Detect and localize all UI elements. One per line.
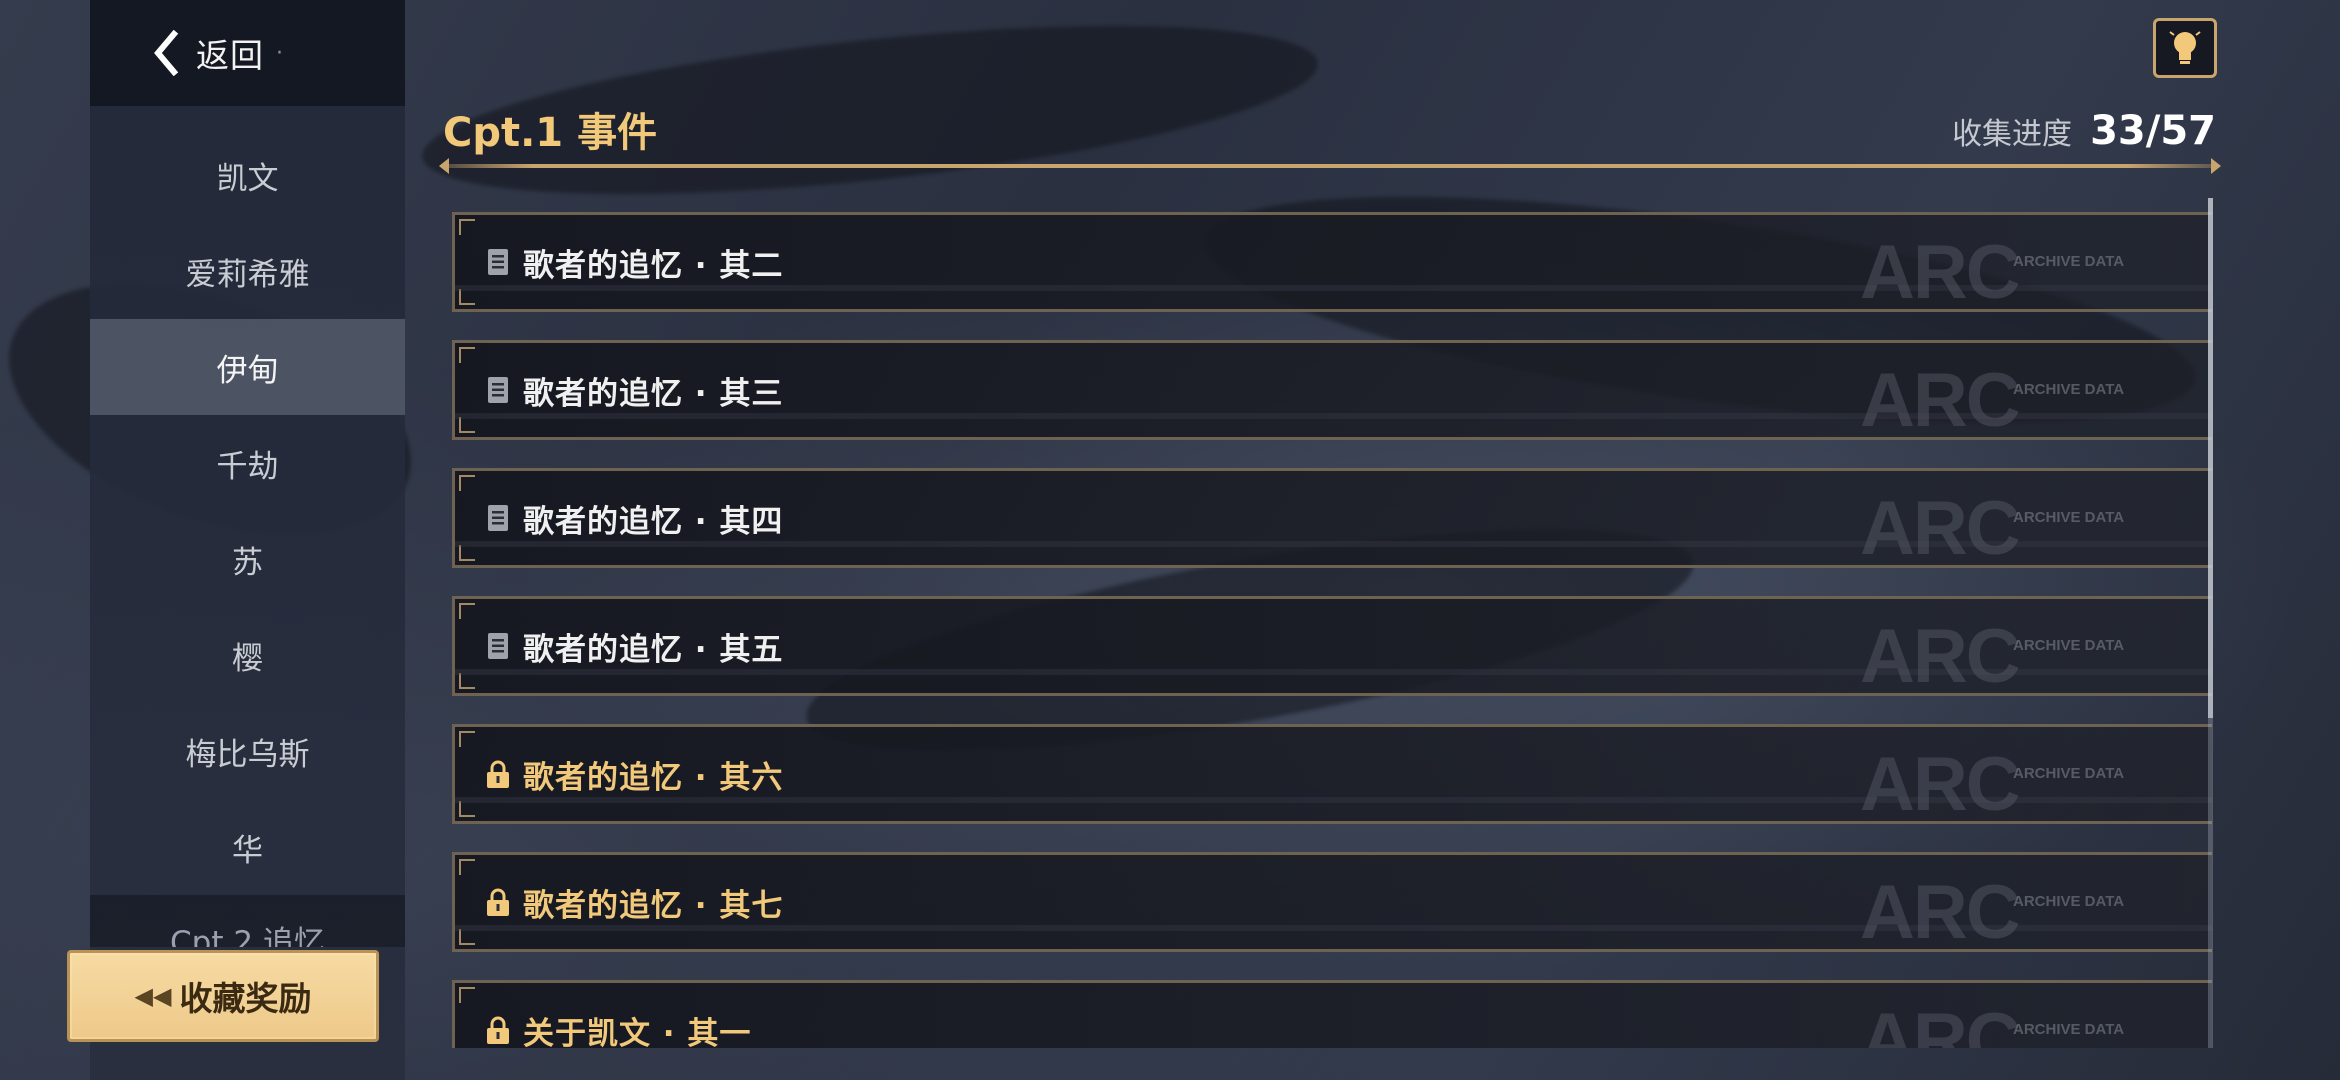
archive-watermark: ARCHIVE DATA <box>2013 381 2125 398</box>
entry-list: 歌者的追忆 · 其二 ARC ARCHIVE DATA 歌者的追忆 · 其三 A… <box>452 212 2212 1048</box>
collection-progress: 收集进度 33/57 <box>1952 108 2216 154</box>
list-item-locked[interactable]: 歌者的追忆 · 其六 ARC ARCHIVE DATA <box>452 724 2212 827</box>
double-arrow-left-icon: ◀◀ <box>134 982 172 1010</box>
lock-icon <box>485 759 511 789</box>
archive-watermark: ARCHIVE DATA <box>2013 253 2125 270</box>
archive-watermark: ARCHIVE DATA <box>2013 893 2125 910</box>
sidebar-item-label: 苏 <box>232 544 263 581</box>
header-divider <box>439 158 2221 174</box>
archive-watermark: ARCHIVE DATA <box>2013 509 2125 526</box>
sidebar-item-label: 梅比乌斯 <box>185 736 310 773</box>
progress-label: 收集进度 <box>1952 117 2073 152</box>
lightbulb-icon <box>2169 31 2201 64</box>
entry-label: 歌者的追忆 · 其三 <box>523 375 784 412</box>
entry-label: 歌者的追忆 · 其二 <box>523 247 784 284</box>
sidebar-item-eden[interactable]: 伊甸 <box>90 319 405 415</box>
hint-button[interactable] <box>2153 18 2217 78</box>
list-item-locked[interactable]: 歌者的追忆 · 其七 ARC ARCHIVE DATA <box>452 852 2212 955</box>
scrollbar-thumb[interactable] <box>2208 198 2213 718</box>
entry-label: 关于凯文 · 其一 <box>523 1015 752 1049</box>
chevron-left-icon <box>154 30 179 76</box>
sidebar-item-label: 千劫 <box>216 448 279 485</box>
document-icon <box>485 631 511 661</box>
sidebar-item-label: 伊甸 <box>216 352 279 389</box>
sidebar-item-kevin[interactable]: 凯文 <box>90 127 405 223</box>
arc-watermark: ARC <box>1860 998 2021 1048</box>
sidebar-item-elysia[interactable]: 爱莉希雅 <box>90 223 405 319</box>
lock-icon <box>485 1015 511 1045</box>
entry-label: 歌者的追忆 · 其五 <box>523 631 784 668</box>
sidebar-item-sakura[interactable]: 樱 <box>90 607 405 703</box>
sidebar-item-label: 凯文 <box>216 160 279 197</box>
sidebar-item-hua[interactable]: 华 <box>90 799 405 895</box>
document-icon <box>485 375 511 405</box>
sidebar-nav: 凯文 爱莉希雅 伊甸 千劫 苏 樱 梅比乌斯 华 Cpt.2 追忆 <box>90 127 405 947</box>
sidebar-item-label: 华 <box>232 832 263 869</box>
document-icon <box>485 247 511 277</box>
sidebar-item-mobius[interactable]: 梅比乌斯 <box>90 703 405 799</box>
list-item[interactable]: 歌者的追忆 · 其三 ARC ARCHIVE DATA <box>452 340 2212 443</box>
reward-button-label: 收藏奖励 <box>179 979 312 1018</box>
arc-watermark: ARC <box>1860 358 2021 443</box>
archive-watermark: ARCHIVE DATA <box>2013 637 2125 654</box>
list-item[interactable]: 歌者的追忆 · 其二 ARC ARCHIVE DATA <box>452 212 2212 315</box>
arc-watermark: ARC <box>1860 870 2021 955</box>
arc-watermark: ARC <box>1860 230 2021 315</box>
archive-watermark: ARCHIVE DATA <box>2013 1021 2125 1038</box>
collection-reward-button[interactable]: ◀◀ 收藏奖励 <box>67 950 379 1042</box>
sidebar-item-label: Cpt.2 追忆 <box>170 925 325 947</box>
entry-label: 歌者的追忆 · 其六 <box>523 759 784 796</box>
page-title: Cpt.1 事件 <box>443 110 658 156</box>
sidebar-item-label: 樱 <box>232 640 263 677</box>
arc-watermark: ARC <box>1860 742 2021 827</box>
archive-watermark: ARCHIVE DATA <box>2013 765 2125 782</box>
entry-label: 歌者的追忆 · 其四 <box>523 503 784 540</box>
list-item[interactable]: 歌者的追忆 · 其五 ARC ARCHIVE DATA <box>452 596 2212 699</box>
back-dot: · <box>276 40 283 66</box>
progress-value: 33/57 <box>2090 108 2216 154</box>
sidebar-item-label: 爱莉希雅 <box>185 256 310 293</box>
back-label: 返回 <box>196 36 264 75</box>
lock-icon <box>485 887 511 917</box>
sidebar-item-su[interactable]: 苏 <box>90 511 405 607</box>
back-button[interactable]: 返回 · <box>90 0 405 106</box>
sidebar-item-kalpas[interactable]: 千劫 <box>90 415 405 511</box>
sidebar-section-cpt2[interactable]: Cpt.2 追忆 <box>90 895 405 947</box>
list-item-locked[interactable]: 关于凯文 · 其一 ARC ARCHIVE DATA <box>452 980 2212 1048</box>
arc-watermark: ARC <box>1860 614 2021 699</box>
arc-watermark: ARC <box>1860 486 2021 571</box>
list-item[interactable]: 歌者的追忆 · 其四 ARC ARCHIVE DATA <box>452 468 2212 571</box>
document-icon <box>485 503 511 533</box>
entry-label: 歌者的追忆 · 其七 <box>523 887 784 924</box>
